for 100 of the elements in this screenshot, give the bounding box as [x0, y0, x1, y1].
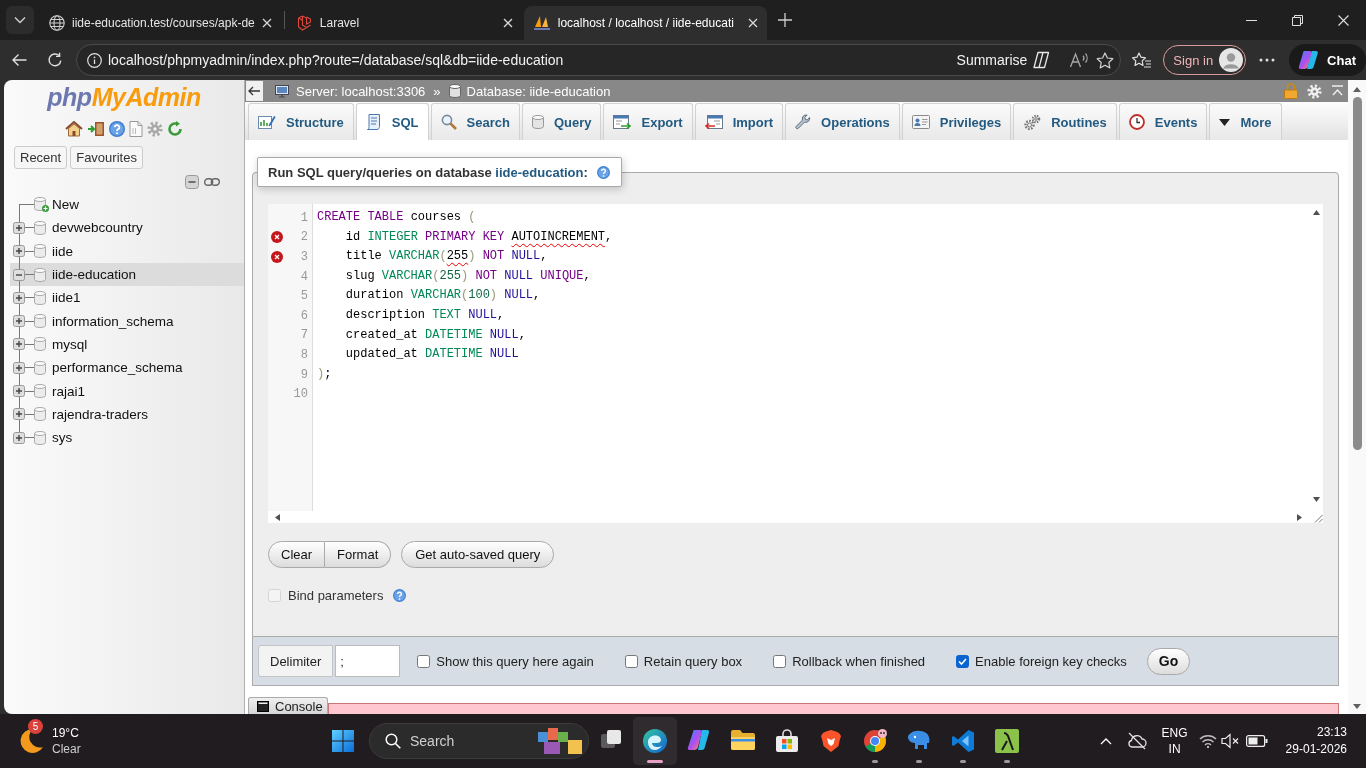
tab-list-button[interactable]: [6, 6, 34, 34]
checkbox-label[interactable]: Rollback when finished: [792, 653, 926, 669]
expand-icon[interactable]: [13, 315, 25, 328]
database-item[interactable]: sys: [10, 425, 244, 450]
more-icon[interactable]: [1259, 58, 1276, 62]
tab[interactable]: Search: [430, 103, 520, 140]
browser-tab[interactable]: Laravel: [287, 6, 522, 40]
scroll-left-arrow-icon[interactable]: [275, 513, 280, 521]
expand-icon[interactable]: [13, 291, 25, 304]
server-link[interactable]: Server: localhost:3306: [296, 83, 426, 99]
tab[interactable]: Structure: [248, 103, 354, 140]
logo-text[interactable]: phpMyAdmin: [47, 82, 201, 112]
expand-icon[interactable]: [13, 431, 25, 444]
expand-icon[interactable]: [13, 221, 25, 234]
database-link[interactable]: iide-education: [495, 164, 584, 180]
tab[interactable]: Export: [603, 103, 693, 140]
expand-icon[interactable]: [13, 338, 25, 351]
battery-icon[interactable]: [1245, 735, 1268, 747]
scrollbar-thumb[interactable]: [1352, 97, 1362, 450]
chevron-up-icon[interactable]: [1099, 737, 1112, 745]
editor-button[interactable]: Format: [325, 541, 392, 568]
sidebar-tab-button[interactable]: Favourites: [70, 146, 143, 169]
checkbox-label[interactable]: Show this query here again: [436, 653, 594, 669]
database-item[interactable]: iide-education: [10, 262, 244, 287]
search-field[interactable]: Search: [369, 723, 589, 759]
tab[interactable]: Query: [521, 103, 602, 140]
database-link[interactable]: Database: iide-education: [466, 83, 611, 99]
wifi-icon[interactable]: [1198, 734, 1217, 748]
new-database-item[interactable]: New: [10, 193, 244, 217]
tab[interactable]: Routines: [1013, 103, 1117, 140]
expand-icon[interactable]: [13, 385, 25, 397]
console-tab[interactable]: Console: [248, 697, 328, 714]
close-icon[interactable]: [502, 18, 513, 28]
database-item[interactable]: performance_schema: [10, 356, 244, 380]
input-language[interactable]: ENG: [1161, 725, 1188, 741]
star-icon[interactable]: [1096, 51, 1115, 69]
link-icon[interactable]: [204, 178, 220, 186]
door-arrow-icon[interactable]: [87, 121, 105, 137]
delimiter-field[interactable]: ;: [335, 645, 401, 677]
tab[interactable]: Privileges: [901, 103, 1012, 140]
checkbox-label[interactable]: Enable foreign key checks: [975, 653, 1127, 669]
database-item[interactable]: iide: [10, 239, 244, 263]
close-icon[interactable]: [261, 18, 272, 28]
document-icon[interactable]: [129, 121, 143, 137]
help-icon[interactable]: [393, 588, 407, 602]
weather-condition[interactable]: Clear: [52, 741, 81, 757]
scroll-down-arrow-icon[interactable]: [1312, 497, 1320, 502]
taskbar-app-button[interactable]: [633, 717, 677, 765]
input-region[interactable]: IN: [1168, 741, 1181, 757]
chat-button[interactable]: Chat: [1289, 44, 1366, 76]
database-item[interactable]: rajendra-traders: [10, 402, 244, 426]
read-aloud-icon[interactable]: [1069, 52, 1090, 68]
tab[interactable]: Import: [694, 103, 784, 140]
tab[interactable]: More: [1209, 103, 1282, 140]
address-bar[interactable]: localhost/phpmyadmin/index.php?route=/database/sql&db=iide-education Summarise: [76, 44, 1122, 76]
tab[interactable]: Operations: [785, 103, 900, 140]
scroll-right-arrow-icon[interactable]: [1297, 513, 1302, 521]
collapse-up-icon[interactable]: [1331, 85, 1344, 97]
close-icon[interactable]: [747, 18, 758, 28]
moon-icon[interactable]: [18, 728, 44, 754]
checkbox-label[interactable]: Retain query box: [643, 653, 743, 669]
browser-tab[interactable]: localhost / localhost / iide-educati: [523, 6, 767, 40]
expand-icon[interactable]: [13, 361, 25, 374]
database-item[interactable]: information_schema: [10, 309, 244, 333]
clock-time[interactable]: 23:13: [1316, 724, 1347, 741]
checkbox[interactable]: [624, 654, 638, 668]
editor-button[interactable]: Clear: [268, 541, 326, 568]
checkbox[interactable]: [417, 654, 431, 668]
help-icon[interactable]: [109, 121, 125, 137]
scroll-up-arrow-icon[interactable]: [1312, 210, 1320, 215]
database-item[interactable]: iide1: [10, 286, 244, 310]
browser-tab[interactable]: iide-education.test/courses/apk-de: [40, 6, 281, 40]
minimize-icon[interactable]: [1245, 19, 1257, 21]
plus-icon[interactable]: [777, 13, 792, 27]
resize-grip-icon[interactable]: [1314, 514, 1323, 523]
summarise-button[interactable]: Summarise: [956, 47, 1053, 73]
tab[interactable]: SQL: [355, 103, 429, 140]
info-icon[interactable]: [87, 52, 102, 68]
speaker-muted-icon[interactable]: [1220, 733, 1239, 749]
checkbox[interactable]: [773, 654, 787, 668]
database-item[interactable]: rajai1: [10, 379, 244, 403]
tab[interactable]: Events: [1118, 103, 1208, 140]
scroll-up-arrow-icon[interactable]: [1353, 87, 1361, 92]
start-icon[interactable]: [332, 730, 354, 752]
favorites-icon[interactable]: [1132, 51, 1153, 69]
collapse-all-icon[interactable]: [185, 175, 199, 189]
expand-icon[interactable]: [13, 408, 25, 421]
scroll-down-arrow-icon[interactable]: [1353, 704, 1361, 709]
restore-icon[interactable]: [1291, 14, 1303, 26]
weather-temperature[interactable]: 19°C: [52, 725, 81, 741]
database-item[interactable]: devwebcountry: [10, 216, 244, 240]
collapse-icon[interactable]: [13, 268, 25, 281]
home-icon[interactable]: [65, 121, 83, 137]
sidebar-tab-button[interactable]: Recent: [14, 146, 68, 169]
editor-button[interactable]: Get auto-saved query: [401, 541, 555, 568]
expand-icon[interactable]: [13, 245, 25, 258]
go-button[interactable]: Go: [1146, 647, 1191, 675]
cloud-off-icon[interactable]: [1126, 732, 1147, 750]
close-icon[interactable]: [1337, 14, 1349, 26]
checkbox[interactable]: [956, 654, 970, 668]
